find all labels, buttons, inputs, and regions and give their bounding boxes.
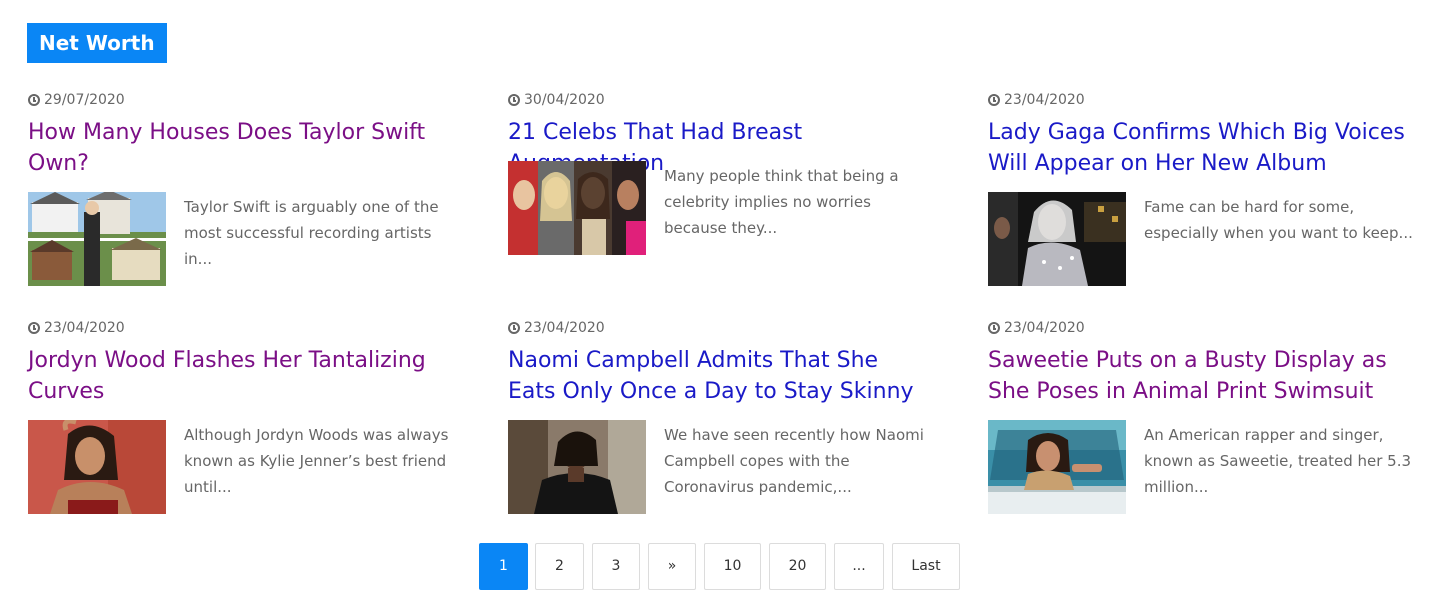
- article-thumbnail[interactable]: [28, 192, 166, 286]
- article-excerpt: An American rapper and singer, known as …: [1144, 426, 1412, 496]
- clock-icon: [988, 94, 1000, 106]
- lady-gaga-photo: [988, 192, 1126, 286]
- article-card: 23/04/2020 Naomi Campbell Admits That Sh…: [508, 318, 938, 518]
- article-title-link[interactable]: Saweetie Puts on a Busty Display as She …: [988, 345, 1408, 407]
- article-title-link[interactable]: Naomi Campbell Admits That She Eats Only…: [508, 345, 928, 407]
- article-excerpt: We have seen recently how Naomi Campbell…: [664, 426, 924, 496]
- saweetie-car-photo: [988, 420, 1126, 514]
- clock-icon: [508, 94, 520, 106]
- article-thumbnail[interactable]: [988, 420, 1126, 514]
- next-page-button[interactable]: »: [648, 543, 696, 590]
- article-card: 23/04/2020 Lady Gaga Confirms Which Big …: [988, 90, 1418, 290]
- article-excerpt: Fame can be hard for some, especially wh…: [1144, 198, 1413, 242]
- article-excerpt: Although Jordyn Woods was always known a…: [184, 426, 449, 496]
- article-card: 23/04/2020 Saweetie Puts on a Busty Disp…: [988, 318, 1418, 518]
- page-ellipsis-button[interactable]: ...: [834, 543, 884, 590]
- article-date-text: 23/04/2020: [44, 320, 125, 336]
- article-date: 29/07/2020: [28, 92, 125, 108]
- article-title-link[interactable]: Jordyn Wood Flashes Her Tantalizing Curv…: [28, 345, 448, 407]
- article-card: 30/04/2020 21 Celebs That Had Breast Aug…: [508, 90, 938, 290]
- article-excerpt: Taylor Swift is arguably one of the most…: [184, 198, 439, 268]
- article-date-text: 29/07/2020: [44, 92, 125, 108]
- article-date-text: 23/04/2020: [1004, 320, 1085, 336]
- article-date: 23/04/2020: [988, 320, 1085, 336]
- article-date-text: 23/04/2020: [1004, 92, 1085, 108]
- naomi-campbell-photo: [508, 420, 646, 514]
- clock-icon: [28, 322, 40, 334]
- article-thumbnail[interactable]: [508, 161, 646, 255]
- article-card: 29/07/2020 How Many Houses Does Taylor S…: [28, 90, 458, 290]
- jordyn-woods-photo: [28, 420, 166, 514]
- taylor-swift-houses-photo: [28, 192, 166, 286]
- page-button-20[interactable]: 20: [769, 543, 826, 590]
- celebrities-collage-photo: [508, 161, 646, 255]
- clock-icon: [508, 322, 520, 334]
- article-date-text: 23/04/2020: [524, 320, 605, 336]
- article-date: 30/04/2020: [508, 92, 605, 108]
- article-date-text: 30/04/2020: [524, 92, 605, 108]
- page-button-3[interactable]: 3: [592, 543, 640, 590]
- article-card: 23/04/2020 Jordyn Wood Flashes Her Tanta…: [28, 318, 458, 518]
- article-thumbnail[interactable]: [28, 420, 166, 514]
- article-title-link[interactable]: How Many Houses Does Taylor Swift Own?: [28, 117, 448, 179]
- page-button-1[interactable]: 1: [479, 543, 528, 590]
- article-title-link[interactable]: Lady Gaga Confirms Which Big Voices Will…: [988, 117, 1408, 179]
- article-date: 23/04/2020: [508, 320, 605, 336]
- section-title: Net Worth: [27, 23, 167, 63]
- clock-icon: [988, 322, 1000, 334]
- page-button-2[interactable]: 2: [535, 543, 584, 590]
- page-button-10[interactable]: 10: [704, 543, 761, 590]
- clock-icon: [28, 94, 40, 106]
- article-thumbnail[interactable]: [508, 420, 646, 514]
- article-excerpt: Many people think that being a celebrity…: [664, 167, 899, 237]
- article-date: 23/04/2020: [988, 92, 1085, 108]
- article-date: 23/04/2020: [28, 320, 125, 336]
- last-page-button[interactable]: Last: [892, 543, 960, 590]
- article-thumbnail[interactable]: [988, 192, 1126, 286]
